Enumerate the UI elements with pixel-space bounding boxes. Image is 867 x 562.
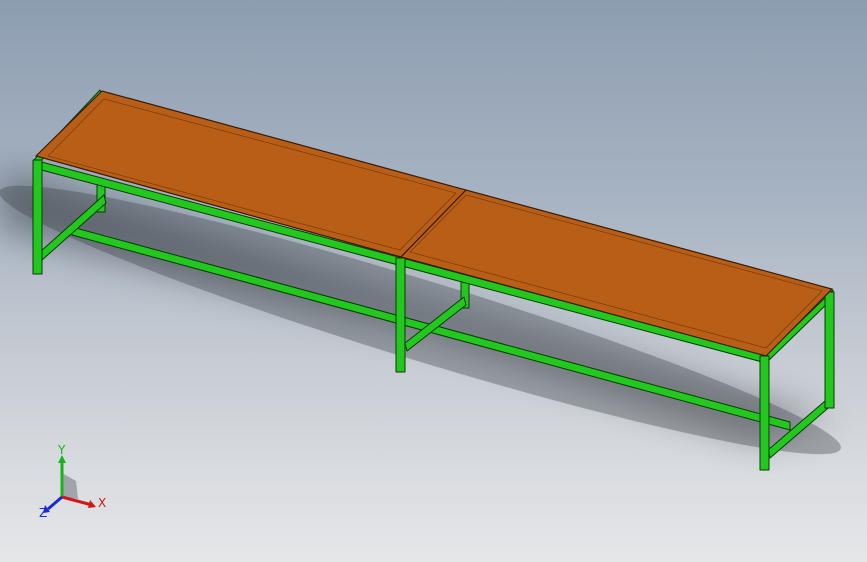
front-leg-left (32, 159, 43, 275)
graphics-viewport[interactable]: Y X Z (0, 0, 867, 562)
triad-plane (62, 473, 78, 499)
orientation-triad[interactable]: Y X Z (30, 445, 110, 525)
front-leg-middle (395, 257, 406, 373)
y-axis-label: Y (57, 445, 66, 457)
back-leg-right (824, 291, 835, 409)
front-leg-right (759, 355, 770, 471)
z-axis-line (47, 495, 63, 511)
x-axis-arrow (88, 500, 96, 508)
x-axis-label: X (98, 496, 106, 510)
model-view[interactable] (0, 0, 867, 562)
z-axis-label: Z (39, 506, 47, 520)
